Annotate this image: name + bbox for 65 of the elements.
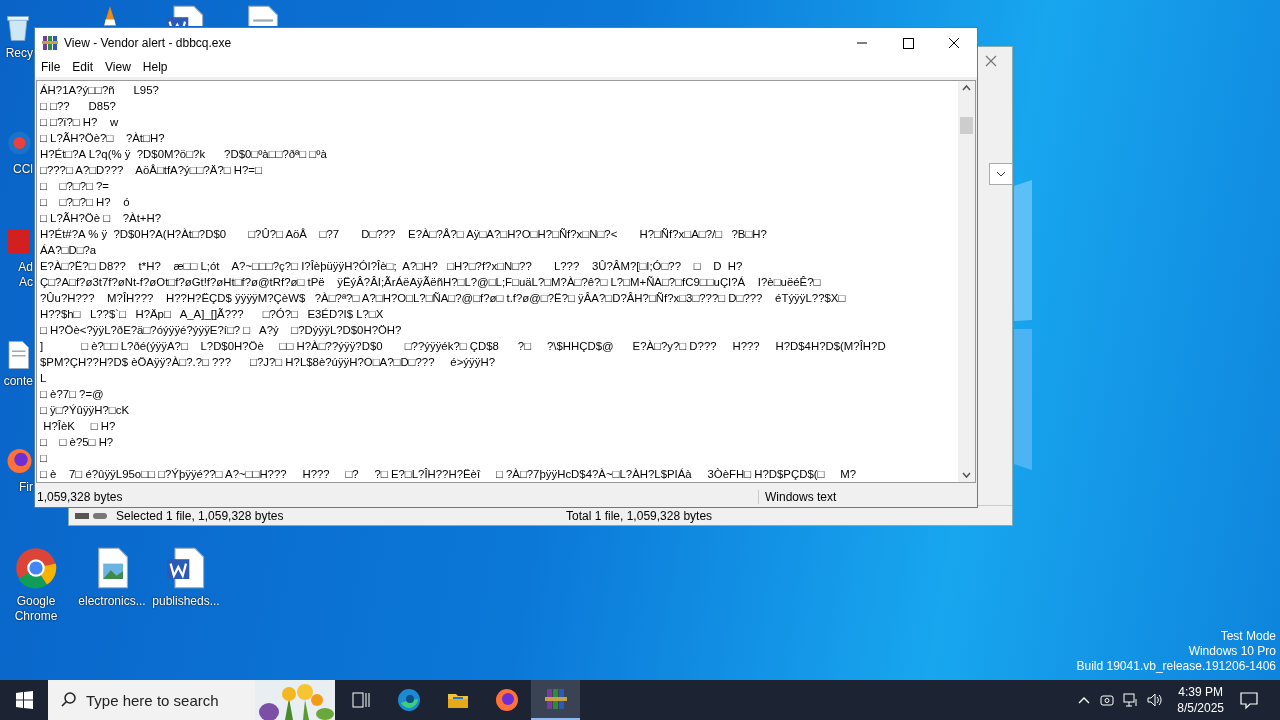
text-line: □ H?Öè<?ÿÿL?ðE?ä□?óýÿÿé?ýÿÿE?í□? □ A?ý □?DýÿÿL?D$0H?ÖH? <box>40 323 403 338</box>
text-line: ] □ è?□□ L?ðé(ýÿÿA?□ L?D$0H?Öè □□ H?À□??ýÿÿ?D$0 □??ýÿÿék?□ ÇD$8 ?□ ?\$HHÇD$@ E?À□?y?□ D??? H??? H?D$4H?D$(M?ÎH?D <box>40 339 887 354</box>
text-line: □???□ A?□D??? AöÅ□tfA?ý□□?Ä?□ H?=□ <box>40 163 263 178</box>
status-text: Selected 1 file, 1,059,328 bytes <box>116 508 285 523</box>
text-line: E?À□?Ë?□ D8?? t*H? æ□□ L;ót A?~□□□?ç?□ I?ÎèþüÿÿH?ÓI?Îè□; A?□H? □H?□?f?x□N□?? L??? 3Û?ÂM?[□I;Ó□?? □ D H? <box>40 259 744 274</box>
status-text: 1,059,328 bytes <box>35 489 759 504</box>
desktop-icon-label[interactable]: Recy <box>5 46 33 61</box>
text-line: Ç□?A□f?ø3t7f?øNt-f?øOt□f?øGt!f?øHt□f?ø@tRf?ø□ tPë ÿËýÂ?ÂI;ÃrÁëAÿÃëñH?□L?@□L;F□uäL?□M?À□?ê?□ L?□M+ÑA□?□fC9□□uÇI?Á I?è□uëéÊ?□ <box>40 275 822 290</box>
search-input[interactable]: Type here to search <box>86 691 256 709</box>
system-notice: Build 19041.vb_release.191206-1406 <box>1076 659 1276 674</box>
firefox-icon <box>493 687 520 713</box>
text-line: □ □?□?□ H? ó <box>40 195 131 210</box>
books-icon <box>542 686 569 712</box>
clock-date: 8/5/2025 <box>1177 700 1224 716</box>
text-line: L <box>40 371 48 386</box>
menu-item[interactable]: Help <box>137 60 175 74</box>
taskbar-app-button[interactable] <box>531 680 580 720</box>
text-line: ?Ûu?H??? M?ÎH??? H??H?ËÇD$ ÿÿÿÿM?ÇèW$ ?À□?ª?□ A?□H?O□L?□ÑA□?@□f?ø□ t.f?ø@□?Ë?□ ÿÂA?□D?ÂH?□Ñf?x□3□???□ D□??? éTýÿÿL??$X□ <box>40 291 847 306</box>
search-icon <box>60 691 78 709</box>
text-line: □ <box>40 451 48 466</box>
text-line: ÁA?□D□?a <box>40 243 98 258</box>
menu-item[interactable]: View <box>100 60 138 74</box>
clock-time: 4:39 PM <box>1178 684 1223 700</box>
desktop-icon-label[interactable]: CCl <box>13 162 33 177</box>
desktop-icon-label[interactable]: Ad Ac <box>17 260 33 290</box>
text-line: H?Ét#?A % ÿ ?D$0H?A(H?Àt□?D$0 □?Û?□ AöÅ □?7 D□??? E?À□?Å?□ Aÿ□A?□H?O□H?□Ñf?x□N□?< H?□Ñf?x□A□?/□ ?B□H? <box>40 227 768 242</box>
books-icon <box>42 34 58 51</box>
clock[interactable]: 4:39 PM 8/5/2025 <box>1177 684 1224 716</box>
system-notice: Test Mode <box>1220 629 1276 644</box>
menu-item[interactable]: Edit <box>67 60 101 74</box>
status-text: Windows text <box>764 489 837 504</box>
text-line: ÁH?1A?ý□□?ñ L95? <box>40 83 160 98</box>
speaker-icon[interactable] <box>1146 691 1165 709</box>
text-line: □ □?? D85? <box>40 99 117 114</box>
close-icon[interactable] <box>985 55 997 67</box>
status-text: Total 1 file, 1,059,328 bytes <box>566 508 713 523</box>
desktop-icon-label[interactable]: Google Chrome <box>0 594 74 624</box>
drive-icon <box>74 510 108 521</box>
system-notice: Windows 10 Pro <box>1188 644 1276 659</box>
scroll-thumb[interactable] <box>960 117 973 134</box>
text-line: □ è?7□ ?=@ <box>40 387 105 402</box>
search-field[interactable]: Type here to search <box>48 680 335 720</box>
menu-item[interactable]: File <box>36 60 68 74</box>
desktop-icon-label[interactable]: conte <box>3 374 33 389</box>
notification-icon[interactable] <box>1238 689 1260 711</box>
chrome-icon[interactable] <box>14 546 58 590</box>
text-line: □ ÿ□?ÝûÿÿH?□cK <box>40 403 130 418</box>
text-line: □ L?ÃH?Öè?□ ?Àt□H? <box>40 131 166 146</box>
window-title: View - Vendor alert - dbbcq.exe <box>64 35 233 50</box>
text-line: H??$h□ L??$`□ H?Äp□ A_A]_[]Ã??? □?Ó?□ E3ÉD?I$ L?□X <box>40 307 385 322</box>
desktop-icon-label[interactable]: Fir <box>19 480 33 495</box>
text-line: □ □ è?5□ H? <box>40 435 115 450</box>
text-line: $PM?ÇH??H?D$ èÖAÿÿ?À□?.?□ ??? □?J?□ H?L$8è?úÿÿH?O□A?□D□??? é>ýÿÿH? <box>40 355 496 370</box>
dropdown-field[interactable] <box>989 163 1013 185</box>
desktop-icon-label[interactable]: publisheds... <box>152 594 220 609</box>
text-line: H?Ét□?A L?q(% ÿ ?D$0M?ö□?k ?D$0□ºà□□?ðª□ □ºà <box>40 147 328 162</box>
text-line: □ □?□?□ ?= <box>40 179 110 194</box>
edge-icon <box>395 687 422 713</box>
text-line: H?ÎèK □ H? <box>42 419 117 434</box>
text-line: □ L?ÃH?Öè □ ?Àt+H? <box>40 211 163 226</box>
scrollbar[interactable] <box>958 81 975 482</box>
text-line: □ □?ï?□ H? w <box>40 115 120 130</box>
text-line: □ è 7□ é?ûÿÿL95o□□ □?Ýþÿÿé??□ A?~□□H??? H??? □? ?□ E?□L?ÎH??H?Ëèî □ ?À□?7þÿÿHcD$4?À~□L?ÀH?L$PIÁà 3ÒèFH□ H?D$PÇD$(□ M? <box>40 467 858 482</box>
caret-icon <box>996 171 1006 177</box>
desktop-icon-label[interactable]: electronics... <box>78 594 146 609</box>
